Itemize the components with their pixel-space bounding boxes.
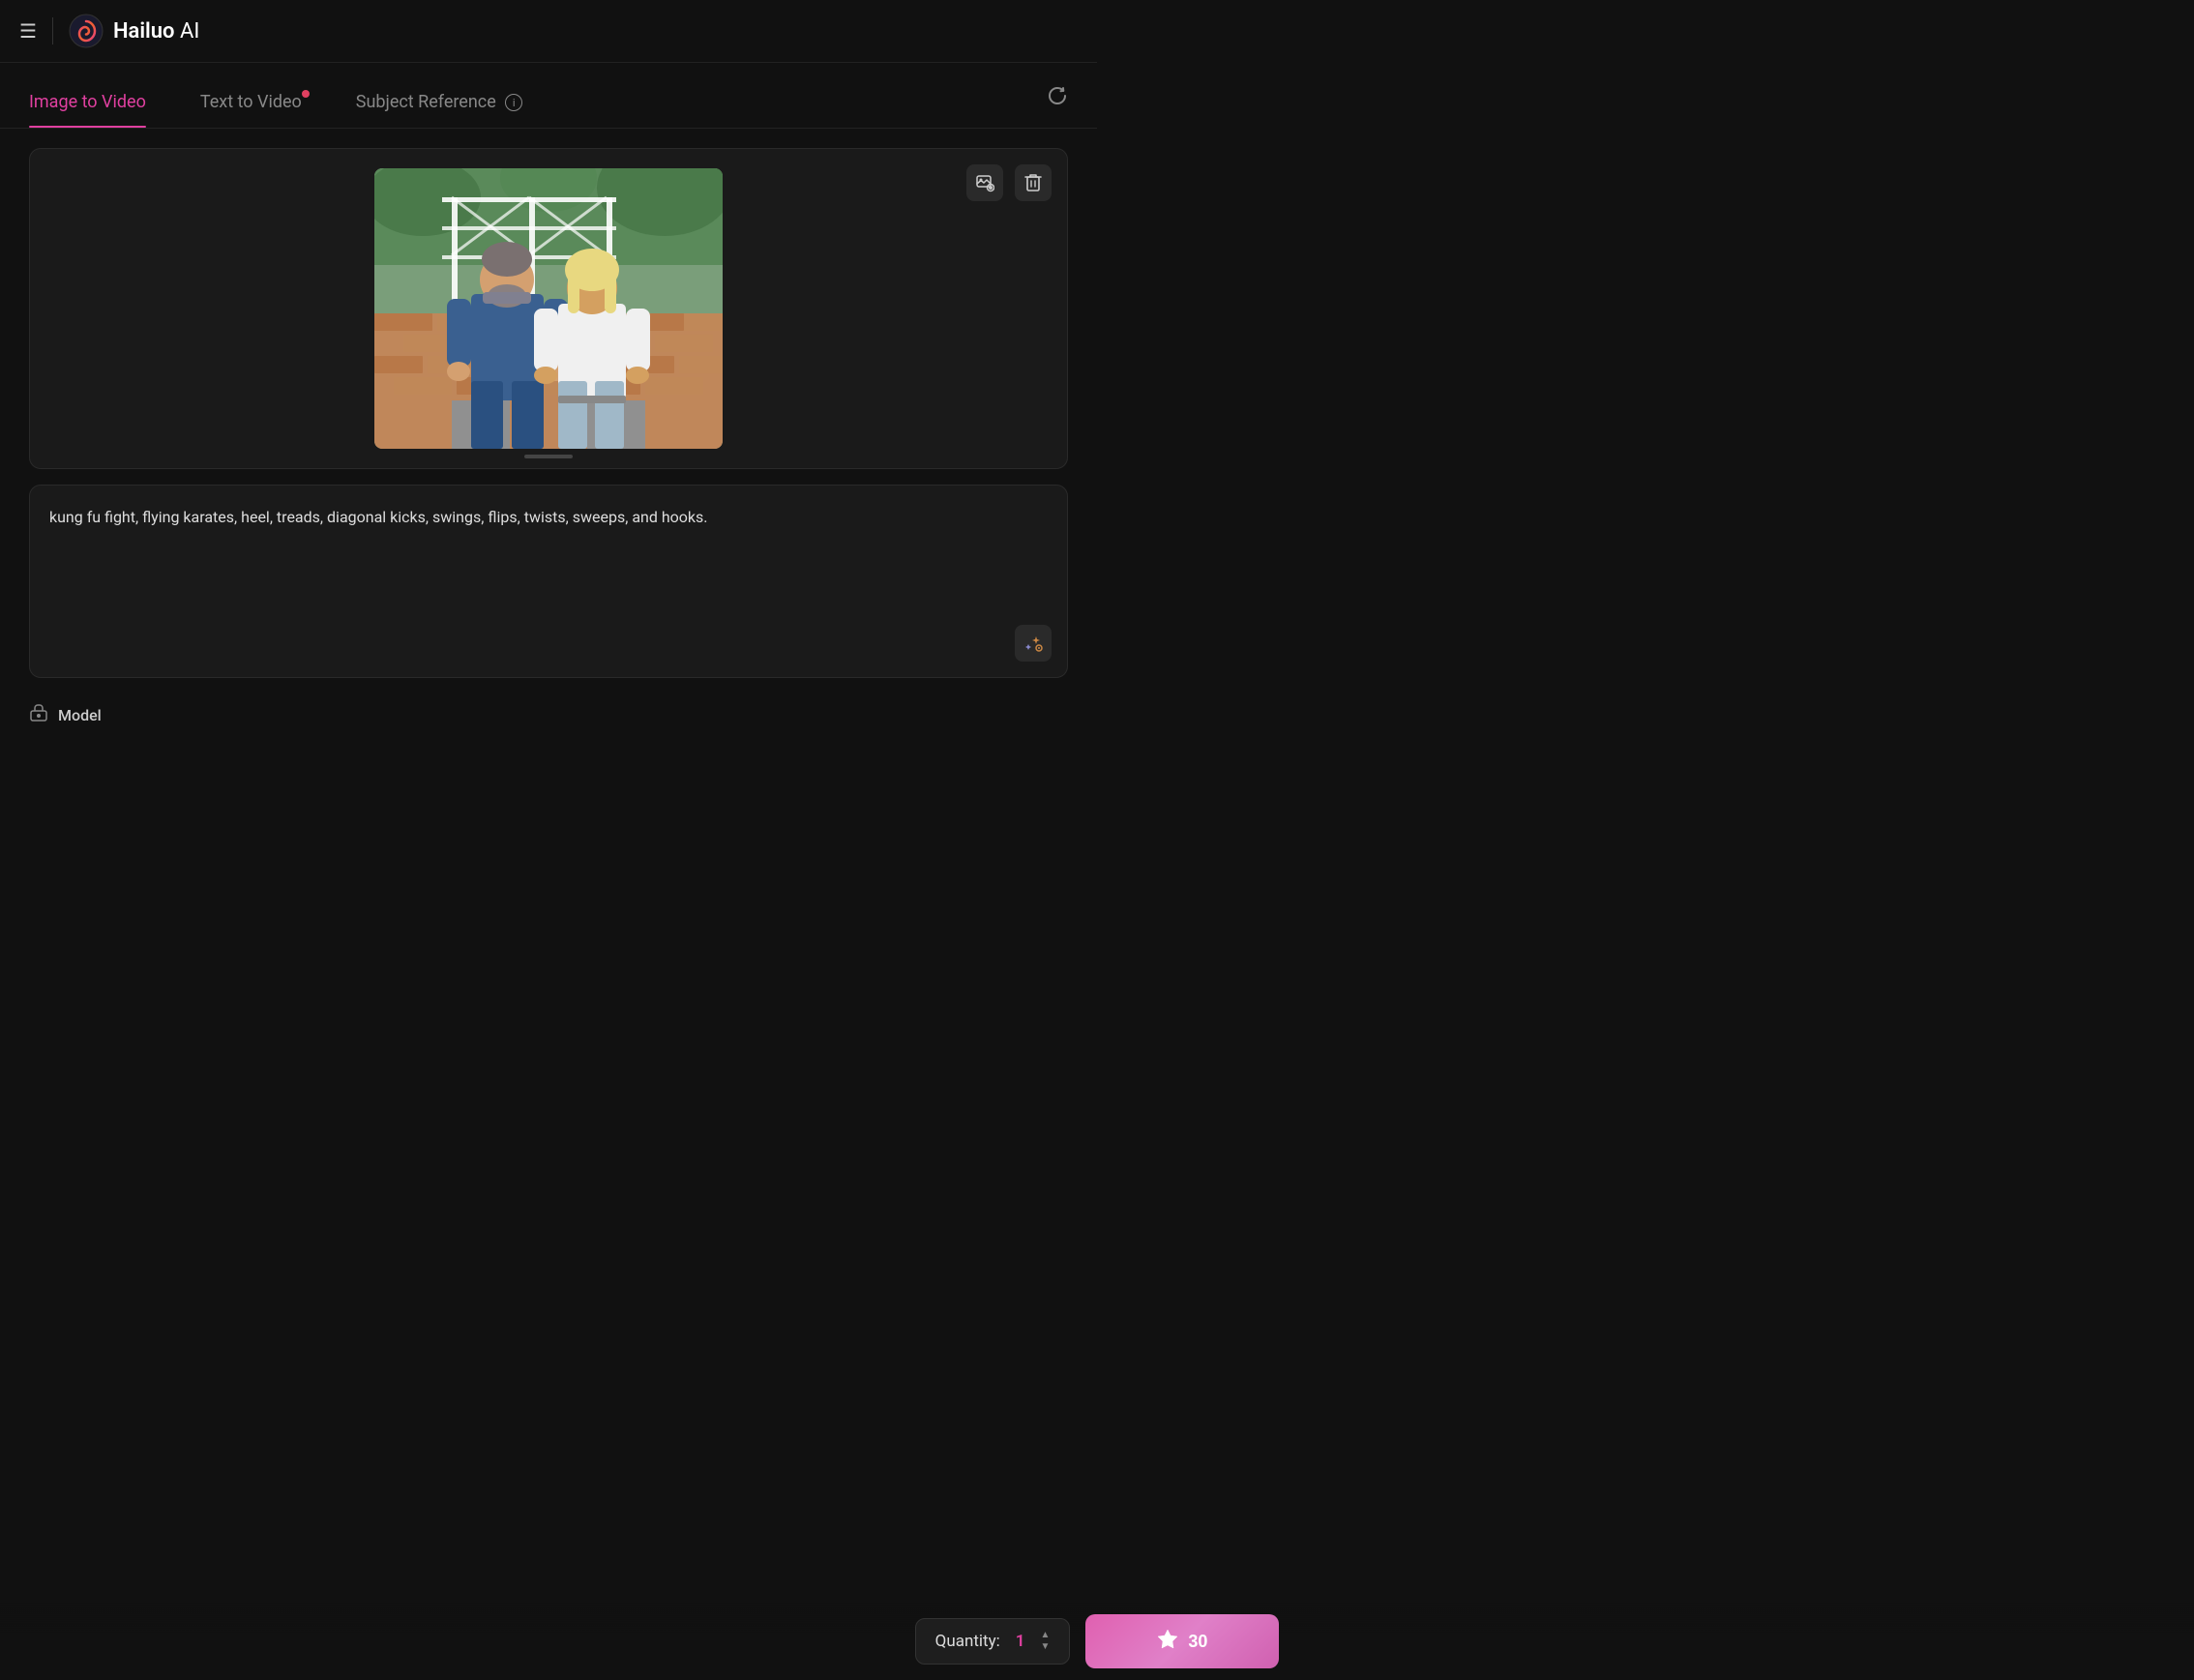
model-section: Model — [29, 693, 1068, 737]
subject-reference-info-icon[interactable]: i — [505, 94, 522, 111]
delete-image-button[interactable] — [1015, 164, 1052, 201]
app-header: ☰ Hailuo AI — [0, 0, 1097, 63]
generate-button[interactable]: 30 — [1085, 1614, 1279, 1668]
delete-image-icon — [1024, 173, 1042, 192]
enhance-prompt-button[interactable] — [1015, 625, 1052, 662]
quantity-up-arrow[interactable]: ▲ — [1040, 1631, 1050, 1640]
quantity-control: Quantity: 1 ▲ ▼ — [915, 1618, 1071, 1665]
brand-name: Hailuo AI — [113, 19, 199, 44]
model-label: Model — [58, 706, 102, 724]
quantity-label: Quantity: — [935, 1632, 1000, 1651]
image-action-icons — [966, 164, 1052, 201]
bottom-bar: Quantity: 1 ▲ ▼ 30 — [0, 1603, 2194, 1680]
prompt-area[interactable]: kung fu fight, flying karates, heel, tre… — [29, 485, 1068, 678]
tab-image-to-video[interactable]: Image to Video — [29, 82, 173, 128]
header-divider — [52, 17, 53, 44]
tab-subject-reference[interactable]: Subject Reference i — [329, 82, 549, 128]
prompt-text: kung fu fight, flying karates, heel, tre… — [49, 505, 1048, 530]
credit-icon — [1157, 1628, 1178, 1655]
scroll-indicator — [524, 455, 573, 458]
hailuo-logo-icon — [69, 14, 104, 48]
menu-icon[interactable]: ☰ — [19, 19, 37, 43]
quantity-value: 1 — [1016, 1632, 1025, 1651]
uploaded-image — [374, 168, 723, 449]
generate-label: 30 — [1188, 1632, 1207, 1652]
prompt-actions — [1015, 625, 1052, 662]
image-upload-area — [29, 148, 1068, 469]
main-content: kung fu fight, flying karates, heel, tre… — [0, 129, 1097, 756]
tab-text-to-video[interactable]: Text to Video — [173, 82, 329, 128]
replace-image-button[interactable] — [966, 164, 1003, 201]
replace-image-icon — [975, 173, 994, 192]
logo-area: Hailuo AI — [69, 14, 199, 48]
model-icon — [29, 703, 48, 727]
text-to-video-badge — [302, 90, 310, 98]
enhance-icon — [1023, 633, 1044, 654]
quantity-down-arrow[interactable]: ▼ — [1040, 1642, 1050, 1652]
nav-tabs: Image to Video Text to Video Subject Ref… — [0, 63, 1097, 129]
refresh-button[interactable] — [1047, 85, 1068, 125]
quantity-arrows: ▲ ▼ — [1040, 1631, 1050, 1652]
